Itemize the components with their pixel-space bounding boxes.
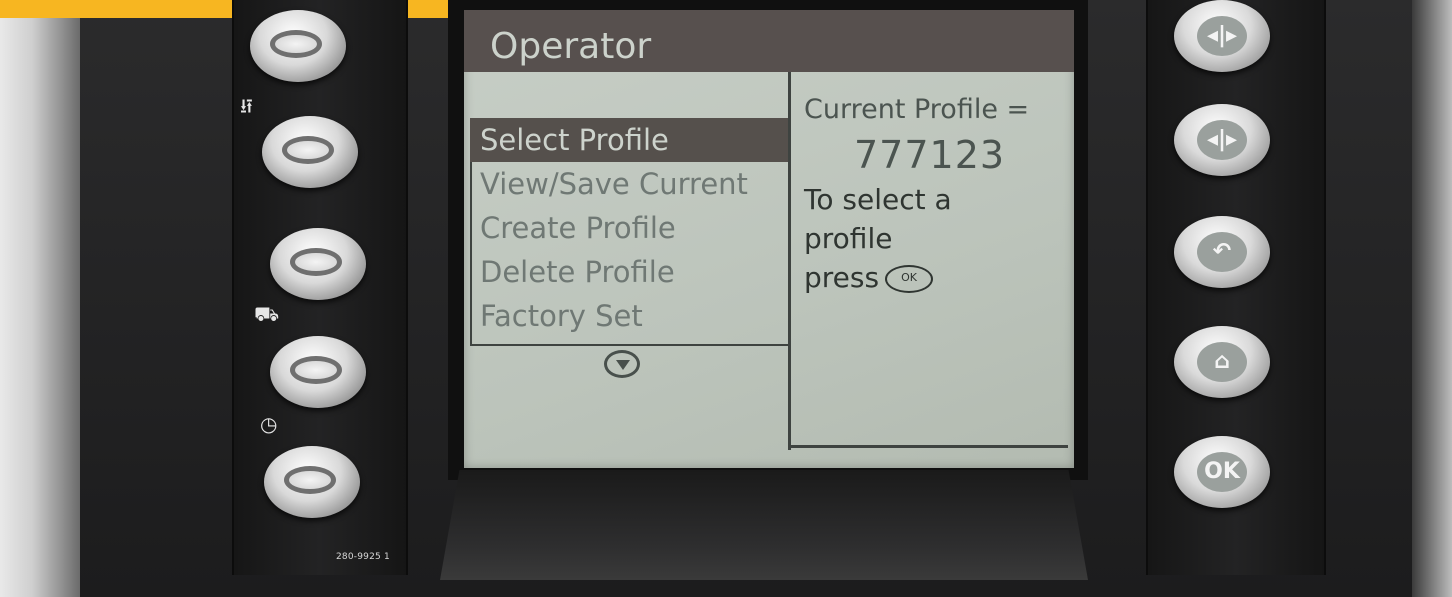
softkey-5-button[interactable] xyxy=(264,446,360,518)
background-wall xyxy=(0,0,80,597)
menu-item-factory-set[interactable]: Factory Set xyxy=(470,294,788,338)
ok-button[interactable]: OK xyxy=(1174,436,1270,508)
usb-icon: ⭿ xyxy=(240,94,253,118)
screen-title: Operator xyxy=(490,26,652,67)
screen-chin xyxy=(440,470,1088,580)
back-button[interactable]: ↶ xyxy=(1174,216,1270,288)
current-profile-value: 777123 xyxy=(854,133,1006,177)
home-icon: ⌂ xyxy=(1197,342,1247,382)
menu-item-delete-profile[interactable]: Delete Profile xyxy=(470,250,788,294)
softkey-1-button[interactable] xyxy=(250,10,346,82)
arrow-down-circle-icon[interactable] xyxy=(604,350,640,378)
menu-item-view-save-current[interactable]: View/Save Current xyxy=(470,162,788,206)
left-right-arrows-icon: ◂|▸ xyxy=(1197,120,1247,160)
softkey-4-button[interactable] xyxy=(270,336,366,408)
lcd-screen: Operator Select Profile View/Save Curren… xyxy=(464,10,1074,468)
background-edge xyxy=(1412,0,1452,597)
instruction-line-1: To select a xyxy=(804,183,952,216)
ok-icon: OK xyxy=(1197,452,1247,492)
menu-item-create-profile[interactable]: Create Profile xyxy=(470,206,788,250)
profile-info-panel: Current Profile = 777123 To select a pro… xyxy=(804,94,1064,294)
left-right-arrows-icon: ◂|▸ xyxy=(1197,16,1247,56)
title-bar: Operator xyxy=(464,10,1074,72)
softkey-3-button[interactable] xyxy=(270,228,366,300)
instruction-line-2: profile xyxy=(804,222,893,255)
instruction-line-3: press OK xyxy=(804,261,1064,294)
info-panel-bottom-border xyxy=(788,445,1068,448)
part-number: 280-9925 1 xyxy=(336,552,390,562)
back-icon: ↶ xyxy=(1197,232,1247,272)
ok-inline-icon: OK xyxy=(885,265,934,293)
left-right-arrows-button-2[interactable]: ◂|▸ xyxy=(1174,104,1270,176)
current-profile-label: Current Profile = xyxy=(804,94,1030,125)
softkey-2-button[interactable] xyxy=(262,116,358,188)
menu-item-select-profile[interactable]: Select Profile xyxy=(470,118,788,162)
work-tool-icon: ⛟ xyxy=(254,302,280,326)
home-button[interactable]: ⌂ xyxy=(1174,326,1270,398)
clock-icon: ◷ xyxy=(260,412,278,436)
instruction-press-text: press xyxy=(804,261,880,294)
left-right-arrows-button-1[interactable]: ◂|▸ xyxy=(1174,0,1270,72)
profile-menu: Select Profile View/Save Current Create … xyxy=(470,118,788,338)
